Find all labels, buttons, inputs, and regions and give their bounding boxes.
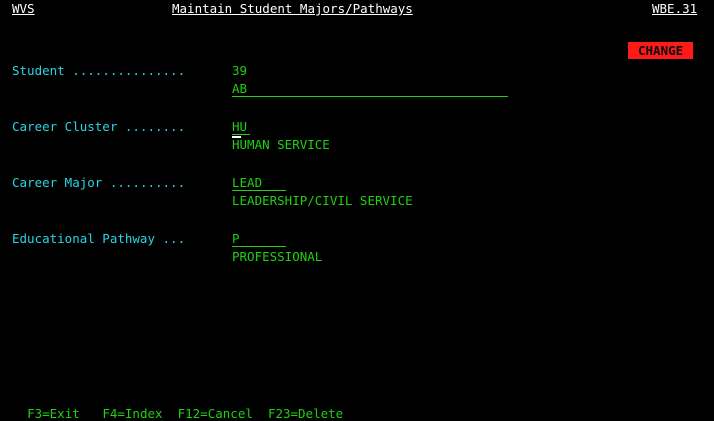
student-name-field: AB — [232, 82, 508, 97]
function-key-bar: F3=Exit F4=Index F12=Cancel F23=Delete — [12, 393, 343, 421]
f23-delete-key[interactable]: F23=Delete — [268, 406, 343, 421]
terminal-screen: { "header": { "system": "WVS", "title": … — [0, 0, 714, 421]
career-cluster-label: Career Cluster ........ — [12, 119, 186, 134]
student-id-field[interactable]: 39 — [232, 64, 247, 78]
student-label: Student ............... — [12, 63, 186, 78]
f3-exit-key[interactable]: F3=Exit — [27, 406, 80, 421]
career-major-description: LEADERSHIP/CIVIL SERVICE — [232, 193, 413, 208]
program-id: WBE.31 — [652, 1, 698, 16]
system-id: WVS — [12, 1, 35, 16]
screen-title: Maintain Student Majors/Pathways — [172, 1, 413, 16]
career-major-input[interactable]: LEAD — [232, 176, 286, 191]
f12-cancel-key[interactable]: F12=Cancel — [178, 406, 253, 421]
educational-pathway-description: PROFESSIONAL — [232, 249, 323, 264]
change-mode-badge: CHANGE — [628, 42, 694, 59]
career-major-label: Career Major .......... — [12, 175, 186, 190]
career-cluster-description: HUMAN SERVICE — [232, 137, 330, 152]
educational-pathway-input[interactable]: P — [232, 232, 286, 247]
educational-pathway-label: Educational Pathway ... — [12, 231, 186, 246]
f4-index-key[interactable]: F4=Index — [102, 406, 162, 421]
career-cluster-input[interactable]: HU — [232, 120, 250, 135]
